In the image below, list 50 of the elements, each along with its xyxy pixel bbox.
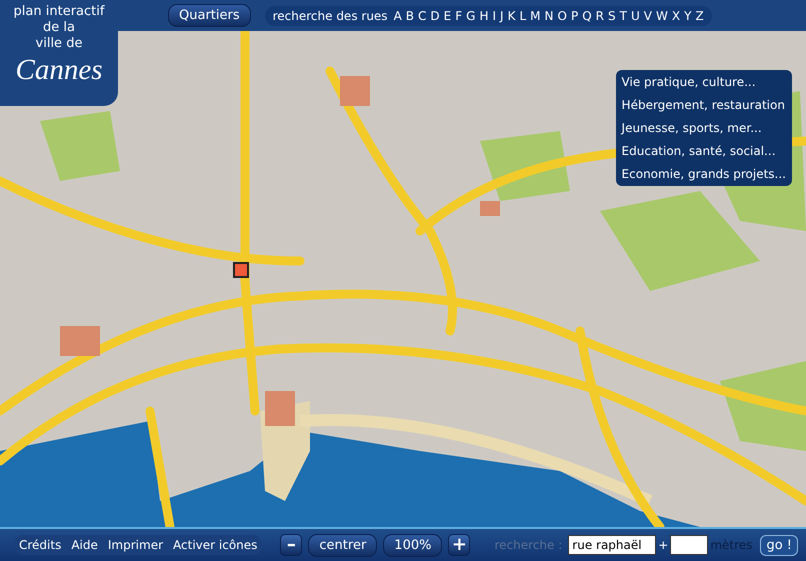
quartiers-button[interactable]: Quartiers bbox=[168, 4, 251, 28]
title-line: ville de bbox=[36, 36, 82, 52]
street-search-label: recherche des rues bbox=[272, 8, 388, 23]
letter-link[interactable]: W bbox=[656, 8, 668, 23]
letter-link[interactable]: O bbox=[558, 8, 567, 23]
letter-link[interactable]: T bbox=[620, 8, 627, 23]
letter-link[interactable]: F bbox=[455, 8, 462, 23]
letter-link[interactable]: A bbox=[394, 8, 402, 23]
letter-link[interactable]: M bbox=[530, 8, 541, 23]
letter-link[interactable]: V bbox=[644, 8, 652, 23]
letter-link[interactable]: H bbox=[479, 8, 488, 23]
search-field[interactable]: rue raphaël bbox=[568, 535, 656, 556]
menu-item[interactable]: Education, santé, social... bbox=[622, 141, 786, 161]
zoom-out-button[interactable]: – bbox=[280, 534, 302, 556]
letter-link[interactable]: I bbox=[492, 8, 496, 23]
letter-link[interactable]: J bbox=[500, 8, 504, 23]
letter-link[interactable]: X bbox=[672, 8, 680, 23]
center-button[interactable]: centrer bbox=[308, 534, 378, 557]
letter-link[interactable]: P bbox=[570, 8, 578, 23]
toolbar-button[interactable]: Aide bbox=[66, 535, 103, 556]
zoom-in-button[interactable]: + bbox=[448, 534, 470, 556]
menu-item[interactable]: Economie, grands projets... bbox=[622, 164, 786, 184]
title-line: de la bbox=[43, 20, 75, 36]
letter-link[interactable]: E bbox=[444, 8, 452, 23]
letter-link[interactable]: S bbox=[608, 8, 616, 23]
letter-link[interactable]: L bbox=[519, 8, 526, 23]
letter-link[interactable]: N bbox=[544, 8, 554, 23]
letter-link[interactable]: D bbox=[430, 8, 440, 23]
menu-item[interactable]: Jeunesse, sports, mer... bbox=[622, 118, 786, 138]
letter-link[interactable]: K bbox=[508, 8, 516, 23]
search-label: recherche : bbox=[494, 538, 562, 552]
go-button[interactable]: go ! bbox=[760, 534, 798, 556]
letter-link[interactable]: R bbox=[596, 8, 604, 23]
letter-link[interactable]: Y bbox=[684, 8, 692, 23]
letter-link[interactable]: C bbox=[418, 8, 426, 23]
zoom-level-button[interactable]: 100% bbox=[383, 534, 442, 557]
distance-unit: mètres bbox=[710, 538, 752, 552]
toolbar-button[interactable]: Imprimer bbox=[102, 535, 168, 556]
menu-item[interactable]: Hébergement, restauration bbox=[622, 95, 786, 115]
toolbar-button[interactable]: Activer icônes bbox=[168, 535, 262, 556]
letter-link[interactable]: G bbox=[466, 8, 476, 23]
letter-link[interactable]: Q bbox=[582, 8, 592, 23]
plus-sign: + bbox=[658, 538, 668, 552]
menu-item[interactable]: Vie pratique, culture... bbox=[622, 72, 786, 92]
city-name: Cannes bbox=[16, 54, 102, 87]
letter-link[interactable]: B bbox=[406, 8, 414, 23]
letter-link[interactable]: U bbox=[630, 8, 640, 23]
letter-link[interactable]: Z bbox=[695, 8, 704, 23]
title-line: plan interactif bbox=[14, 4, 104, 20]
toolbar-button[interactable]: Crédits bbox=[14, 535, 66, 556]
